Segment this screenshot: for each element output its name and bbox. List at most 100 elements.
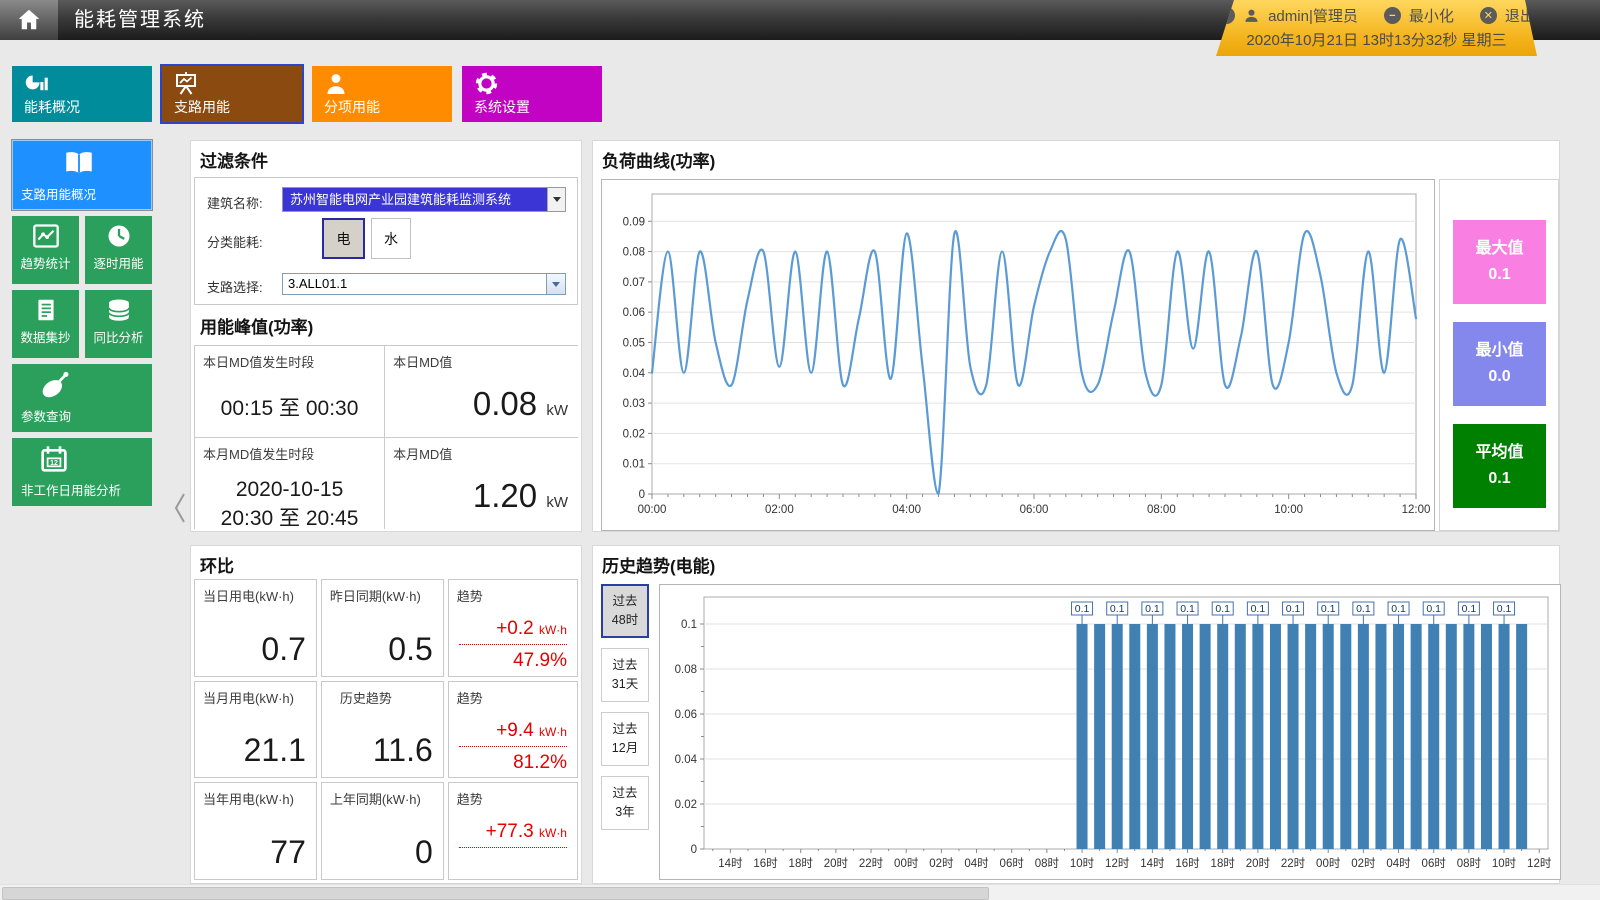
- branch-select[interactable]: 3.ALL01.1: [282, 273, 566, 295]
- filter-peak-panel: 过滤条件 建筑名称: 苏州智能电网产业园建筑能耗监测系统 分类能耗: 电 水 支…: [190, 140, 582, 532]
- tab-past-12-months[interactable]: 过去12月: [601, 712, 649, 766]
- svg-text:20时: 20时: [1246, 857, 1271, 870]
- bar: [1516, 624, 1527, 849]
- sidebar-item-data-readout[interactable]: 数据集抄: [12, 290, 79, 358]
- svg-text:0: 0: [691, 844, 697, 856]
- svg-text:0.1: 0.1: [1321, 603, 1336, 615]
- load-curve-stats: 最大值0.1 最小值0.0 平均值0.1: [1439, 179, 1559, 531]
- category-label: 分类能耗:: [207, 232, 263, 251]
- bar: [1323, 624, 1334, 849]
- svg-text:0.1: 0.1: [1356, 603, 1371, 615]
- sidebar-item-branch-overview[interactable]: 支路用能概况: [12, 140, 152, 210]
- nav-tab-branch-energy[interactable]: 支路用能: [162, 66, 302, 122]
- sidebar-item-label: 逐时用能: [93, 253, 143, 272]
- minimize-icon[interactable]: −: [1384, 7, 1401, 24]
- svg-text:0.1: 0.1: [681, 619, 697, 631]
- svg-text:0.08: 0.08: [623, 247, 645, 259]
- svg-text:0.06: 0.06: [675, 709, 697, 721]
- building-dropdown-button[interactable]: [547, 188, 565, 211]
- svg-text:04时: 04时: [964, 857, 989, 870]
- svg-text:06:00: 06:00: [1020, 504, 1049, 516]
- calendar-icon: 12: [38, 444, 70, 474]
- svg-text:04时: 04时: [1386, 857, 1411, 870]
- branch-select-label: 支路选择:: [207, 277, 263, 296]
- svg-text:0.05: 0.05: [623, 337, 645, 349]
- month-md-value-card: 本月MD值 1.20 kW: [385, 438, 578, 529]
- document-icon: [33, 297, 59, 323]
- sidebar-item-label: 支路用能概况: [21, 184, 96, 203]
- month-md-period-value: 2020-10-15 20:30 至 20:45: [195, 476, 384, 533]
- ring-section-title: 环比: [200, 552, 234, 577]
- bar: [1252, 624, 1263, 849]
- svg-text:00时: 00时: [894, 857, 919, 870]
- svg-text:0.1: 0.1: [1110, 603, 1125, 615]
- nav-tab-label: 能耗概况: [24, 97, 80, 117]
- lastyear-usage-card: 上年同期(kW·h) 0: [321, 782, 444, 880]
- svg-text:02时: 02时: [929, 857, 954, 870]
- chevron-down-icon: [553, 197, 561, 202]
- ring-grid: 当日用电(kW·h) 0.7 昨日同期(kW·h) 0.5 趋势 +0.2 kW…: [194, 579, 578, 880]
- filter-section-title: 过滤条件: [200, 147, 268, 172]
- monthly-trend-card: 趋势 +9.4 kW·h 81.2%: [448, 681, 578, 779]
- bar: [1164, 624, 1175, 849]
- datetime-display: 2020年10月21日 13时13分32秒 星期三: [1216, 29, 1537, 50]
- bar: [1217, 624, 1228, 849]
- load-curve-chart: 00.010.020.030.040.050.060.070.080.0900:…: [602, 180, 1432, 528]
- svg-text:0.06: 0.06: [623, 307, 645, 319]
- today-md-value-label: 本日MD值: [393, 352, 452, 371]
- svg-text:0.04: 0.04: [623, 368, 646, 380]
- svg-text:10时: 10时: [1492, 857, 1517, 870]
- bar: [1200, 624, 1211, 849]
- sidebar-item-label: 同比分析: [93, 327, 143, 346]
- sidebar: 支路用能概况 趋势统计 逐时用能: [12, 140, 152, 512]
- sidebar-collapse-button[interactable]: [168, 486, 192, 530]
- svg-text:0.02: 0.02: [623, 428, 645, 440]
- home-button[interactable]: [0, 0, 58, 40]
- svg-text:0.02: 0.02: [675, 799, 697, 811]
- user-icon: [1243, 7, 1260, 24]
- svg-text:0.08: 0.08: [675, 664, 697, 676]
- energy-management-app: 能耗管理系统 i admin|管理员 − 最小化 ✕ 退出 2020年10月21…: [0, 0, 1600, 900]
- gear-icon: [474, 71, 499, 96]
- minimize-button[interactable]: 最小化: [1409, 5, 1454, 26]
- yesterday-usage-card: 昨日同期(kW·h) 0.5: [321, 579, 444, 677]
- nav-tab-subitem-energy[interactable]: 分项用能: [312, 66, 452, 122]
- yearly-trend-card: 趋势 +77.3 kW·h: [448, 782, 578, 880]
- category-electric-button[interactable]: 电: [322, 218, 365, 259]
- svg-text:10:00: 10:00: [1274, 504, 1303, 516]
- bar: [1288, 624, 1299, 849]
- avg-value-box: 平均值0.1: [1453, 424, 1546, 508]
- svg-text:06时: 06时: [1422, 857, 1447, 870]
- building-name-combobox[interactable]: 苏州智能电网产业园建筑能耗监测系统: [282, 187, 566, 212]
- svg-text:02时: 02时: [1351, 857, 1376, 870]
- nav-tab-system-settings[interactable]: 系统设置: [462, 66, 602, 122]
- trend-board-icon: [174, 71, 198, 96]
- bar: [1340, 624, 1351, 849]
- sidebar-item-yoy-analysis[interactable]: 同比分析: [85, 290, 152, 358]
- page-title: 能耗管理系统: [74, 0, 206, 40]
- tab-past-31-days[interactable]: 过去31天: [601, 648, 649, 702]
- bar: [1446, 624, 1457, 849]
- tab-past-48-hours[interactable]: 过去48时: [601, 584, 649, 638]
- scrollbar-thumb[interactable]: [2, 887, 989, 900]
- svg-text:14时: 14时: [718, 857, 743, 870]
- branch-dropdown-button[interactable]: [546, 274, 565, 294]
- bar: [1358, 624, 1369, 849]
- svg-text:0: 0: [639, 489, 645, 501]
- daily-trend-card: 趋势 +0.2 kW·h 47.9%: [448, 579, 578, 677]
- horizontal-scrollbar: [0, 884, 1600, 900]
- sidebar-item-nonworkday-analysis[interactable]: 12 非工作日用能分析: [12, 438, 152, 506]
- svg-text:12时: 12时: [1527, 857, 1552, 870]
- close-icon[interactable]: ✕: [1480, 7, 1497, 24]
- category-water-button[interactable]: 水: [371, 218, 411, 259]
- nav-tab-energy-overview[interactable]: 能耗概况: [12, 66, 152, 122]
- svg-text:0.1: 0.1: [1215, 603, 1230, 615]
- svg-text:14时: 14时: [1140, 857, 1165, 870]
- svg-text:0.1: 0.1: [1145, 603, 1160, 615]
- tab-past-3-years[interactable]: 过去3年: [601, 776, 649, 830]
- sidebar-item-parameter-query[interactable]: 参数查询: [12, 364, 152, 432]
- sidebar-item-trend-stats[interactable]: 趋势统计: [12, 216, 79, 284]
- load-curve-title: 负荷曲线(功率): [602, 147, 715, 172]
- svg-text:16时: 16时: [753, 857, 778, 870]
- sidebar-item-hourly-energy[interactable]: 逐时用能: [85, 216, 152, 284]
